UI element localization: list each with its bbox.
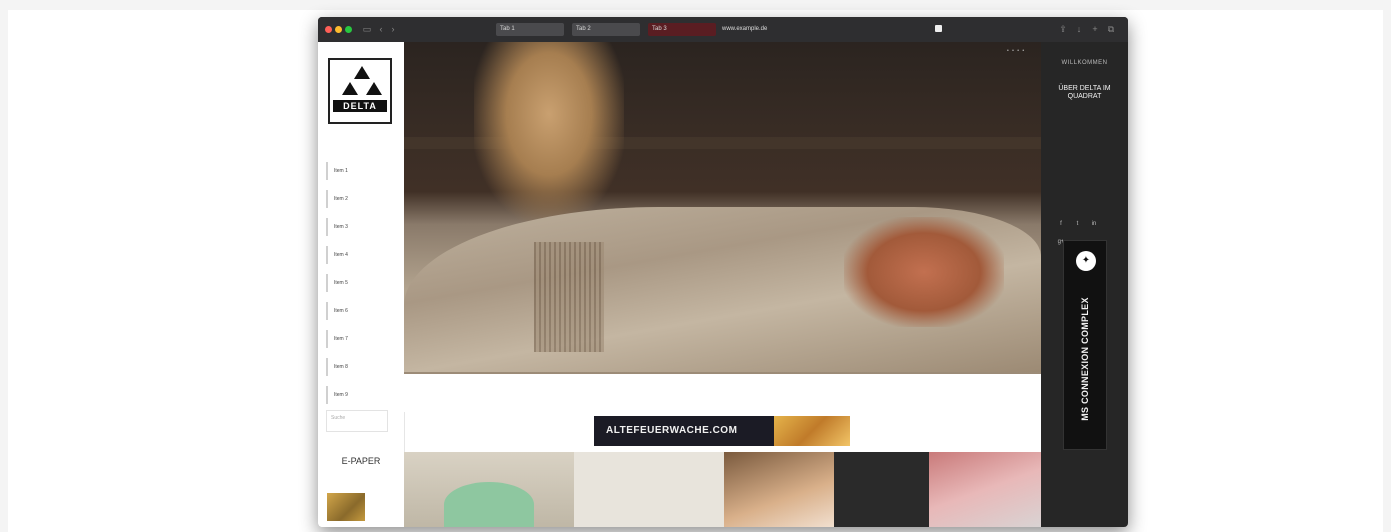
search-input[interactable]: Suche: [326, 410, 388, 432]
address-bar[interactable]: www.example.de: [722, 23, 812, 36]
forward-icon[interactable]: ›: [388, 24, 398, 34]
logo-wordmark: DELTA: [333, 100, 387, 112]
minimize-window-icon[interactable]: [335, 26, 342, 33]
right-sidebar: WILLKOMMEN ÜBER DELTA IM QUADRAT f t in …: [1041, 42, 1128, 527]
welcome-heading: WILLKOMMEN: [1061, 60, 1108, 66]
logo-triangle-icon: [366, 82, 382, 95]
hero-visitor: [474, 42, 624, 222]
webpage-content: DELTA Item 1 Item 2 Item 3 Item 4 Item 5…: [318, 42, 1128, 527]
epaper-cover-image[interactable]: [327, 493, 365, 521]
article-tile[interactable]: [929, 452, 1041, 527]
nav-item[interactable]: Item 8: [326, 358, 396, 376]
nav-item[interactable]: Item 1: [326, 162, 396, 180]
story-section: [404, 374, 1041, 412]
nav-item[interactable]: Item 5: [326, 274, 396, 292]
ad-banner-image: [774, 416, 850, 446]
maximize-window-icon[interactable]: [345, 26, 352, 33]
left-sidebar: DELTA Item 1 Item 2 Item 3 Item 4 Item 5…: [318, 42, 405, 527]
nav-item[interactable]: Item 3: [326, 218, 396, 236]
about-title[interactable]: ÜBER DELTA IM QUADRAT: [1051, 85, 1118, 101]
back-icon[interactable]: ‹: [376, 24, 386, 34]
record-icon[interactable]: [935, 25, 942, 32]
ad-banner[interactable]: ALTEFEUERWACHE.COM: [594, 416, 850, 446]
share-icon[interactable]: ⇪: [1058, 24, 1068, 34]
downloads-icon[interactable]: ↓: [1074, 24, 1084, 34]
linkedin-icon[interactable]: in: [1088, 221, 1100, 227]
facebook-icon[interactable]: f: [1055, 221, 1067, 227]
article-tile[interactable]: [724, 452, 834, 527]
tile-shape: [444, 482, 534, 527]
hero-sarcophagus-face: [844, 217, 1004, 327]
nav-item[interactable]: Item 2: [326, 190, 396, 208]
page-background: ▭ ‹ › Tab 1 Tab 2 Tab 3 www.example.de ⇪…: [0, 0, 1391, 532]
twitter-icon[interactable]: t: [1071, 221, 1083, 227]
browser-tab-3[interactable]: Tab 3: [648, 23, 716, 36]
vertical-ad-text: MS CONNEXION COMPLEX: [1080, 297, 1090, 421]
ad-logo-icon: ✦: [1076, 251, 1096, 271]
vertical-ad[interactable]: ✦ MS CONNEXION COMPLEX: [1063, 240, 1107, 450]
browser-titlebar: ▭ ‹ › Tab 1 Tab 2 Tab 3 www.example.de ⇪…: [318, 17, 1128, 42]
tabs-icon[interactable]: ⧉: [1106, 24, 1116, 34]
nav-item[interactable]: Item 7: [326, 330, 396, 348]
nav-item[interactable]: Item 9: [326, 386, 396, 404]
close-window-icon[interactable]: [325, 26, 332, 33]
article-tiles: [404, 452, 1041, 527]
hero-sarcophagus-pattern: [534, 242, 604, 352]
article-tile[interactable]: [404, 452, 574, 527]
browser-window: ▭ ‹ › Tab 1 Tab 2 Tab 3 www.example.de ⇪…: [318, 17, 1128, 527]
logo-triangle-icon: [342, 82, 358, 95]
delta-logo[interactable]: DELTA: [328, 58, 392, 124]
hero-image[interactable]: • • • •: [404, 42, 1041, 374]
epaper-title: E-PAPER: [341, 456, 381, 466]
browser-tab-2[interactable]: Tab 2: [572, 23, 640, 36]
sidebar-icon[interactable]: ▭: [362, 24, 372, 34]
new-tab-icon[interactable]: +: [1090, 24, 1100, 34]
nav-item[interactable]: Item 4: [326, 246, 396, 264]
article-tile[interactable]: [574, 452, 724, 527]
article-tile[interactable]: [834, 452, 929, 527]
slider-pager[interactable]: • • • •: [1007, 48, 1025, 54]
logo-triangle-icon: [354, 66, 370, 79]
ad-banner-text: ALTEFEUERWACHE.COM: [606, 425, 738, 436]
nav-item[interactable]: Item 6: [326, 302, 396, 320]
browser-tab-1[interactable]: Tab 1: [496, 23, 564, 36]
